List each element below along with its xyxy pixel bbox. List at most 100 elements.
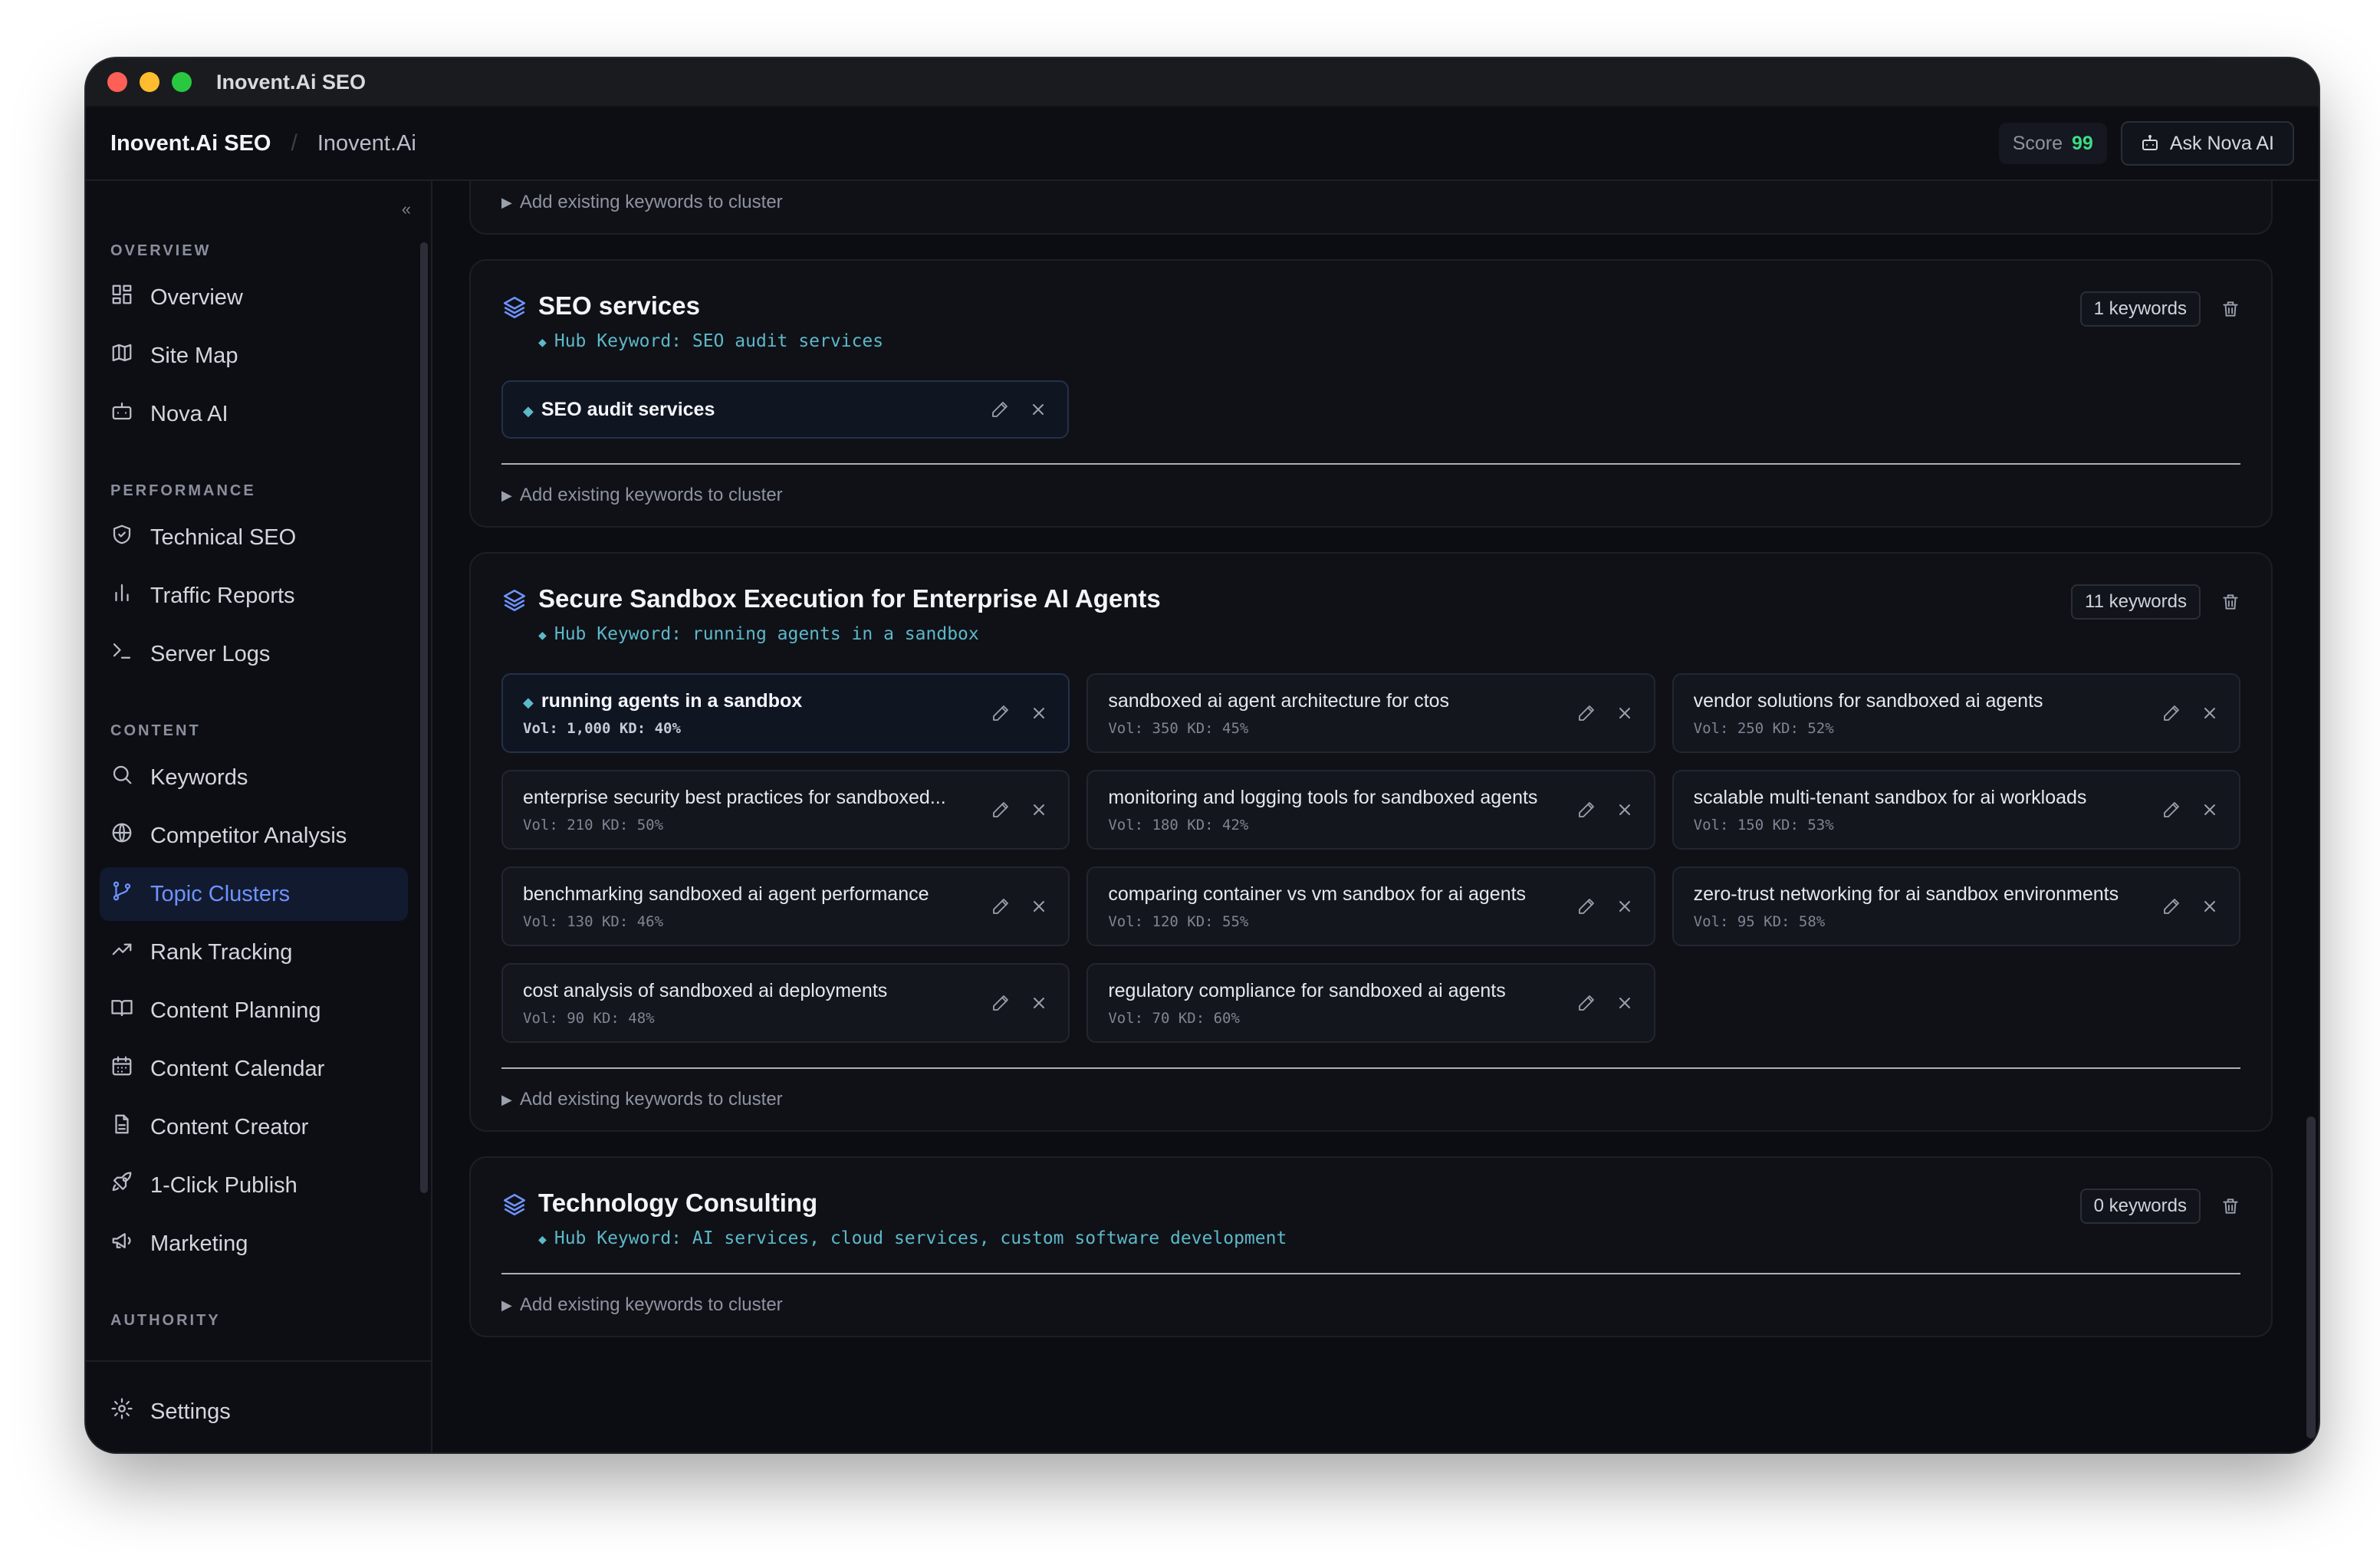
keyword-label: running agents in a sandbox [541, 689, 803, 712]
keyword-chip[interactable]: ◆ SEO audit services [501, 380, 1069, 439]
keyword-chip[interactable]: benchmarking sandboxed ai agent performa… [501, 866, 1070, 946]
add-existing-keywords-toggle[interactable]: ▶ Add existing keywords to cluster [501, 181, 2240, 233]
edit-icon[interactable] [2162, 897, 2181, 916]
sidebar-item-content-calendar[interactable]: Content Calendar [100, 1042, 408, 1096]
cluster-title[interactable]: Technology Consulting [538, 1189, 1287, 1218]
keyword-chip[interactable]: enterprise security best practices for s… [501, 770, 1070, 850]
remove-keyword-icon[interactable] [2201, 897, 2219, 916]
title-bar: Inovent.Ai SEO [86, 58, 2319, 107]
keyword-actions [991, 994, 1048, 1012]
sidebar-item-competitor-analysis[interactable]: Competitor Analysis [100, 809, 408, 863]
sidebar-item-content-creator[interactable]: Content Creator [100, 1100, 408, 1154]
window-controls [107, 72, 192, 92]
cluster-actions: 11 keywords [2071, 584, 2240, 620]
sidebar-item-overview[interactable]: Overview [100, 271, 408, 324]
edit-icon[interactable] [2162, 704, 2181, 722]
diamond-icon: ◆ [523, 694, 534, 710]
keyword-text: comparing container vs vm sandbox for ai… [1108, 883, 1564, 930]
keyword-chip[interactable]: zero-trust networking for ai sandbox env… [1672, 866, 2240, 946]
sidebar-item-settings[interactable]: Settings [100, 1385, 408, 1439]
trash-icon[interactable] [2221, 299, 2240, 319]
sidebar-item-traffic-reports[interactable]: Traffic Reports [100, 569, 408, 623]
trash-icon[interactable] [2221, 592, 2240, 612]
keyword-metrics: Vol: 90 KD: 48% [523, 1009, 655, 1027]
sidebar-scrollbar[interactable] [420, 242, 428, 1193]
edit-icon[interactable] [1577, 801, 1596, 819]
keyword-chip[interactable]: comparing container vs vm sandbox for ai… [1086, 866, 1655, 946]
minimize-window-button[interactable] [140, 72, 159, 92]
keyword-name: benchmarking sandboxed ai agent performa… [523, 883, 979, 906]
remove-keyword-icon[interactable] [1616, 897, 1634, 916]
keyword-text: monitoring and logging tools for sandbox… [1108, 787, 1564, 834]
ask-nova-button[interactable]: Ask Nova AI [2120, 121, 2294, 166]
keyword-metrics: Vol: 150 KD: 53% [1693, 816, 1834, 834]
keyword-name: scalable multi-tenant sandbox for ai wor… [1694, 787, 2150, 809]
add-existing-label: Add existing keywords to cluster [519, 1089, 783, 1110]
remove-keyword-icon[interactable] [2201, 704, 2219, 722]
app-name[interactable]: Inovent.Ai SEO [110, 131, 271, 156]
keyword-chip[interactable]: scalable multi-tenant sandbox for ai wor… [1672, 770, 2240, 850]
sidebar-item-keywords[interactable]: Keywords [100, 751, 408, 804]
keyword-name: sandboxed ai agent architecture for ctos [1108, 690, 1564, 712]
keyword-name: cost analysis of sandboxed ai deployment… [523, 980, 979, 1002]
keyword-chip[interactable]: vendor solutions for sandboxed ai agents… [1672, 673, 2240, 753]
calendar-icon [110, 1054, 133, 1083]
sidebar-item-nova-ai[interactable]: Nova AI [100, 387, 408, 441]
cluster-title[interactable]: Secure Sandbox Execution for Enterprise … [538, 584, 1161, 613]
keyword-chip[interactable]: cost analysis of sandboxed ai deployment… [501, 963, 1070, 1043]
sidebar-item-content-planning[interactable]: Content Planning [100, 984, 408, 1037]
edit-icon[interactable] [991, 897, 1010, 916]
edit-icon[interactable] [1577, 704, 1596, 722]
remove-keyword-icon[interactable] [1030, 994, 1048, 1012]
keyword-chip[interactable]: ◆ running agents in a sandbox Vol: 1,000 K… [501, 673, 1070, 753]
remove-keyword-icon[interactable] [1030, 704, 1048, 722]
cluster-heading: Technology Consulting ◆ Hub Keyword: AI se… [538, 1189, 1287, 1248]
add-existing-keywords-toggle[interactable]: ▶ Add existing keywords to cluster [501, 1069, 2240, 1130]
remove-keyword-icon[interactable] [1030, 801, 1048, 819]
remove-keyword-icon[interactable] [1616, 704, 1634, 722]
add-existing-keywords-toggle[interactable]: ▶ Add existing keywords to cluster [501, 1274, 2240, 1336]
collapse-sidebar-icon[interactable]: « [402, 199, 411, 219]
edit-icon[interactable] [1577, 897, 1596, 916]
keyword-actions [991, 801, 1048, 819]
sidebar-item-rank-tracking[interactable]: Rank Tracking [100, 926, 408, 979]
main-scrollbar[interactable] [2306, 1116, 2316, 1439]
keyword-text: ◆ SEO audit services [523, 399, 978, 421]
sidebar-section-label: CONTENT [110, 722, 201, 739]
remove-keyword-icon[interactable] [1029, 400, 1047, 419]
keyword-text: vendor solutions for sandboxed ai agents… [1694, 690, 2150, 737]
remove-keyword-icon[interactable] [1030, 897, 1048, 916]
sidebar-item-marketing[interactable]: Marketing [100, 1217, 408, 1271]
sidebar-item-label: 1-Click Publish [150, 1172, 298, 1198]
edit-icon[interactable] [991, 704, 1010, 722]
keyword-actions [2162, 704, 2219, 722]
cluster-title[interactable]: SEO services [538, 291, 883, 321]
sidebar-item-server-logs[interactable]: Server Logs [100, 627, 408, 681]
edit-icon[interactable] [991, 400, 1009, 419]
sidebar-item-1-click-publish[interactable]: 1-Click Publish [100, 1159, 408, 1212]
edit-icon[interactable] [991, 801, 1010, 819]
remove-keyword-icon[interactable] [1616, 801, 1634, 819]
sidebar-item-technical-seo[interactable]: Technical SEO [100, 511, 408, 564]
keyword-chip[interactable]: sandboxed ai agent architecture for ctos… [1086, 673, 1655, 753]
keyword-chip[interactable]: regulatory compliance for sandboxed ai a… [1086, 963, 1655, 1043]
triangle-right-icon: ▶ [501, 1091, 512, 1107]
maximize-window-button[interactable] [172, 72, 192, 92]
trash-icon[interactable] [2221, 1196, 2240, 1216]
edit-icon[interactable] [1577, 994, 1596, 1012]
sidebar-item-site-map[interactable]: Site Map [100, 329, 408, 383]
cluster-card: Technology Consulting ◆ Hub Keyword: AI se… [469, 1156, 2273, 1337]
remove-keyword-icon[interactable] [2201, 801, 2219, 819]
breadcrumb-project[interactable]: Inovent.Ai [317, 131, 416, 156]
add-existing-keywords-toggle[interactable]: ▶ Add existing keywords to cluster [501, 465, 2240, 526]
edit-icon[interactable] [991, 994, 1010, 1012]
sidebar-item-label: Overview [150, 284, 243, 310]
edit-icon[interactable] [2162, 801, 2181, 819]
keyword-chip[interactable]: monitoring and logging tools for sandbox… [1086, 770, 1655, 850]
close-window-button[interactable] [107, 72, 127, 92]
remove-keyword-icon[interactable] [1616, 994, 1634, 1012]
dashboard-icon [110, 283, 133, 312]
keyword-grid: ◆ SEO audit services [501, 380, 2240, 439]
sidebar: « OVERVIEW Overview Site Map Nova AI PERFORM… [86, 181, 432, 1452]
sidebar-item-topic-clusters[interactable]: Topic Clusters [100, 867, 408, 921]
